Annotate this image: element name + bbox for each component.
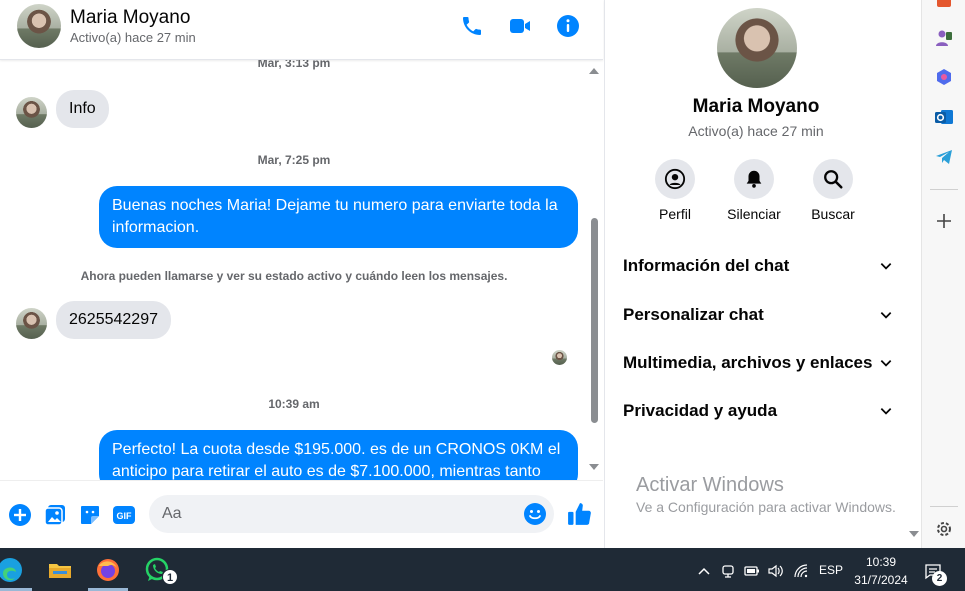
panel-contact-name: Maria Moyano [692,96,820,117]
search-icon [824,170,843,189]
panel-avatar[interactable] [717,8,797,88]
sender-avatar[interactable] [16,97,47,128]
office-icon[interactable] [934,0,954,12]
notification-count-badge: 2 [932,571,947,586]
contact-avatar[interactable] [17,4,61,48]
panel-contact-status: Activo(a) hace 27 min [688,123,824,139]
phone-icon[interactable] [460,14,484,38]
outgoing-message[interactable]: Buenas noches Maria! Dejame tu numero pa… [99,186,578,248]
profile-icon [664,168,686,190]
profile-button[interactable]: Perfil [635,159,715,222]
activation-watermark-subtitle: Ve a Configuración para activar Windows. [636,499,896,515]
telegram-icon[interactable] [934,147,954,167]
outlook-icon[interactable] [934,107,954,127]
firefox-icon[interactable] [94,556,122,584]
mute-label: Silenciar [727,206,781,222]
chevron-down-icon [880,360,892,367]
message-timestamp: Mar, 7:25 pm [257,153,331,167]
video-camera-icon[interactable] [508,14,532,38]
message-timestamp: 10:39 am [268,397,320,411]
outgoing-message[interactable]: Perfecto! La cuota desde $195.000. es de… [99,430,578,480]
mute-button[interactable]: Silenciar [714,159,794,222]
sidebar-divider [930,189,958,190]
message-scrollbar-thumb[interactable] [591,218,598,423]
photo-icon[interactable] [43,503,67,527]
screen: Maria Moyano Activo(a) hace 27 min Mar, … [0,0,965,591]
gear-icon[interactable] [934,519,954,539]
read-receipt-avatar [552,350,567,365]
section-label: Privacidad y ayuda [623,401,778,420]
section-label: Multimedia, archivos y enlaces [623,353,873,372]
taskbar-clock-time[interactable]: 10:39 [858,555,904,569]
chevron-down-icon [880,312,892,319]
panel-scroll-down-arrow[interactable] [909,531,919,537]
meet-now-icon[interactable] [720,563,736,579]
file-explorer-icon[interactable] [46,556,74,584]
incoming-message[interactable]: Info [56,90,109,128]
scroll-down-arrow[interactable] [589,464,599,470]
profile-label: Perfil [659,206,691,222]
contact-name[interactable]: Maria Moyano [70,7,190,29]
taskbar-clock-date[interactable]: 31/7/2024 [850,573,912,587]
chevron-down-icon [880,408,892,415]
search-label: Buscar [811,206,855,222]
plus-circle-icon[interactable] [8,503,32,527]
thumbs-up-icon[interactable] [567,501,593,527]
copilot-icon[interactable] [934,67,954,87]
emoji-icon[interactable] [523,502,547,526]
sidebar-divider [930,506,958,507]
section-media-files-links[interactable]: Multimedia, archivos y enlaces [623,348,893,378]
conversation-info-panel: Maria Moyano Activo(a) hace 27 min Perfi… [604,0,921,548]
system-notice: Ahora pueden llamarse y ver su estado ac… [80,269,508,283]
input-language-indicator[interactable]: ESP [819,563,843,577]
message-list[interactable]: Mar, 3:13 pm Info Mar, 7:25 pm Buenas no… [0,60,603,480]
message-input[interactable] [149,495,554,533]
chevron-up-icon[interactable] [696,563,712,579]
bell-icon [746,170,762,188]
search-button[interactable]: Buscar [793,159,873,222]
section-label: Personalizar chat [623,305,764,324]
section-privacy-help[interactable]: Privacidad y ayuda [623,396,893,426]
section-label: Información del chat [623,256,790,275]
contact-status: Activo(a) hace 27 min [70,30,196,45]
info-icon[interactable] [556,14,580,38]
wifi-icon[interactable] [793,563,809,579]
edge-browser-icon[interactable] [0,556,24,584]
scroll-up-arrow[interactable] [589,68,599,74]
section-chat-info[interactable]: Información del chat [623,251,893,281]
browser-sidebar [921,0,965,548]
chat-header: Maria Moyano Activo(a) hace 27 min [0,0,603,60]
section-customize-chat[interactable]: Personalizar chat [623,300,893,330]
whatsapp-notification-badge: 1 [162,569,178,585]
games-icon[interactable] [934,28,954,48]
message-timestamp: Mar, 3:13 pm [257,60,331,70]
gif-icon[interactable]: GIF [112,503,136,527]
plus-icon[interactable] [934,211,954,231]
activation-watermark-title: Activar Windows [636,474,784,496]
chevron-down-icon [880,263,892,270]
incoming-message[interactable]: 2625542297 [56,301,171,339]
battery-icon[interactable] [744,563,760,579]
volume-icon[interactable] [767,563,783,579]
sender-avatar[interactable] [16,308,47,339]
svg-text:GIF: GIF [117,511,133,521]
sticker-icon[interactable] [78,503,102,527]
